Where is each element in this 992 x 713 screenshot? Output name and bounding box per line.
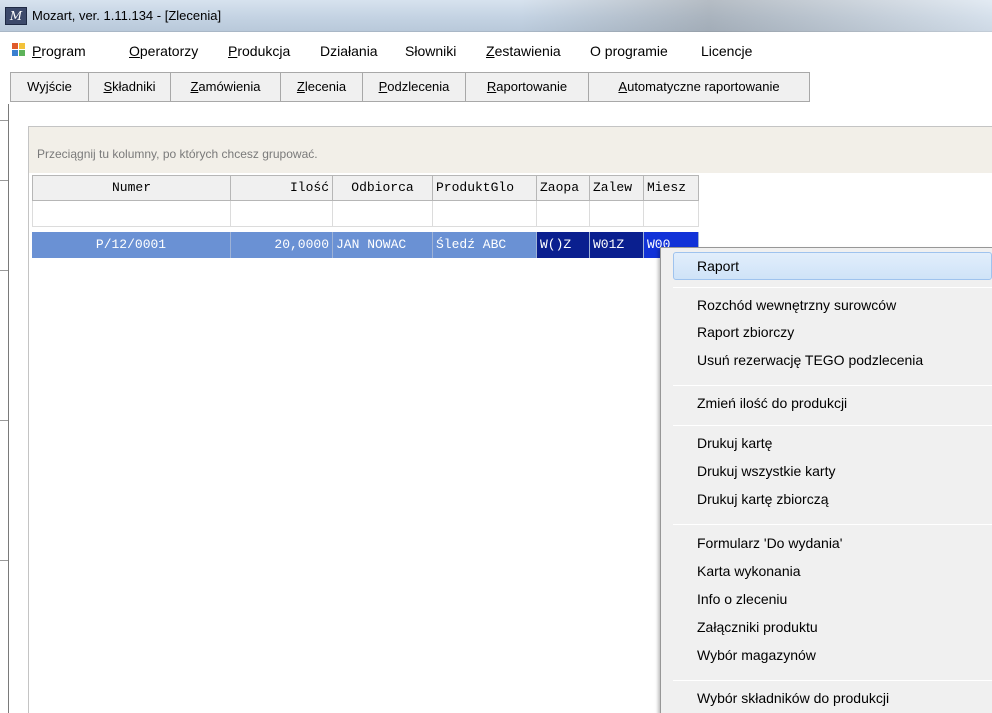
column-header-ilosc[interactable]: Ilość	[231, 175, 333, 201]
context-menu-separator	[673, 680, 992, 681]
ctx-drukuj-karte-zbiorcza[interactable]: Drukuj kartę zbiorczą	[697, 491, 829, 507]
menu-operatorzy-label: peratorzy	[139, 43, 199, 59]
edge-tick	[0, 270, 8, 271]
ctx-formularz-do-wydania[interactable]: Formularz 'Do wydania'	[697, 535, 842, 551]
table-cell-zalew[interactable]: W01Z	[590, 232, 644, 258]
toolbar: Wyjście Składniki Zamówienia Zlecenia Po…	[10, 72, 810, 102]
table-cell-produktglo[interactable]: Śledź ABC	[433, 232, 537, 258]
edge-tick	[0, 420, 8, 421]
ctx-wybor-magazynow[interactable]: Wybór magazynów	[697, 647, 816, 663]
menu-zestawienia[interactable]: Zestawienia	[486, 43, 561, 59]
filter-cell-zaopa[interactable]	[537, 201, 590, 227]
ctx-drukuj-wszystkie[interactable]: Drukuj wszystkie karty	[697, 463, 835, 479]
ctx-karta-wykonania[interactable]: Karta wykonania	[697, 563, 801, 579]
zamowienia-button[interactable]: Zamówienia	[171, 73, 281, 101]
edge-tick	[0, 120, 8, 121]
automatyczne-raportowanie-label: utomatyczne raportowanie	[627, 79, 780, 94]
menu-o-programie[interactable]: O programie	[590, 43, 668, 59]
menu-program[interactable]: Program	[32, 43, 86, 59]
zlecenia-label: lecenia	[304, 79, 347, 94]
mdi-window-icon[interactable]	[12, 43, 26, 57]
raportowanie-label: aportowanie	[496, 79, 568, 94]
app-icon[interactable]: M	[5, 7, 27, 25]
filter-cell-ilosc[interactable]	[231, 201, 333, 227]
ctx-raport-zbiorczy[interactable]: Raport zbiorczy	[697, 324, 794, 340]
menu-dzialania[interactable]: Działania	[320, 43, 378, 59]
filter-cell-miesz[interactable]	[644, 201, 699, 227]
skladniki-label: kładniki	[112, 79, 156, 94]
filter-cell-zalew[interactable]	[590, 201, 644, 227]
podzlecenia-button[interactable]: Podzlecenia	[363, 73, 466, 101]
menu-zestawienia-label: estawienia	[494, 43, 561, 59]
column-header-odbiorca[interactable]: Odbiorca	[333, 175, 433, 201]
column-header-zaopa[interactable]: Zaopa	[537, 175, 590, 201]
menu-produkcja[interactable]: Produkcja	[228, 43, 290, 59]
raportowanie-button[interactable]: Raportowanie	[466, 73, 589, 101]
filter-cell-produktglo[interactable]	[433, 201, 537, 227]
column-header-zalew[interactable]: Zalew	[590, 175, 644, 201]
zamowienia-label: amówienia	[198, 79, 261, 94]
context-menu-separator	[673, 524, 992, 525]
ctx-info-o-zleceniu[interactable]: Info o zleceniu	[697, 591, 787, 607]
ctx-rozchod-wewnetrzny[interactable]: Rozchód wewnętrzny surowców	[697, 297, 896, 313]
wyjscie-button[interactable]: Wyjście	[11, 73, 89, 101]
table-cell-odbiorca[interactable]: JAN NOWAC	[333, 232, 433, 258]
ctx-usun-rezerwacje[interactable]: Usuń rezerwację TEGO podzlecenia	[697, 352, 923, 368]
automatyczne-raportowanie-button[interactable]: Automatyczne raportowanie	[589, 73, 809, 101]
table-cell-zaopa[interactable]: W()Z	[537, 232, 590, 258]
edge-tick	[0, 180, 8, 181]
window-title: Mozart, ver. 1.11.134 - [Zlecenia]	[32, 8, 222, 23]
ctx-raport[interactable]: Raport	[697, 258, 739, 274]
menu-licencje[interactable]: Licencje	[701, 43, 752, 59]
menu-operatorzy[interactable]: Operatorzy	[129, 43, 198, 59]
context-menu	[660, 247, 992, 713]
column-header-miesz[interactable]: Miesz	[644, 175, 699, 201]
title-bar-sheen	[520, 0, 992, 32]
ctx-wybor-skladnikow[interactable]: Wybór składników do produkcji	[697, 690, 889, 706]
ctx-drukuj-karte[interactable]: Drukuj kartę	[697, 435, 772, 451]
edge-tick	[0, 560, 8, 561]
column-header-numer[interactable]: Numer	[32, 175, 231, 201]
group-by-hint: Przeciągnij tu kolumny, po których chces…	[37, 147, 318, 161]
podzlecenia-label: odzlecenia	[387, 79, 450, 94]
table-cell-numer[interactable]: P/12/0001	[32, 232, 231, 258]
menu-produkcja-label: rodukcja	[237, 43, 291, 59]
ctx-zmien-ilosc[interactable]: Zmień ilość do produkcji	[697, 395, 847, 411]
mdi-left-edge	[8, 104, 9, 713]
zlecenia-button[interactable]: Zlecenia	[281, 73, 363, 101]
menu-slowniki[interactable]: Słowniki	[405, 43, 456, 59]
context-menu-separator	[673, 287, 992, 288]
context-menu-separator	[673, 385, 992, 386]
column-header-produktglo[interactable]: ProduktGlo	[433, 175, 537, 201]
context-menu-separator	[673, 425, 992, 426]
skladniki-button[interactable]: Składniki	[89, 73, 171, 101]
table-cell-ilosc[interactable]: 20,0000	[231, 232, 333, 258]
menu-program-label: rogram	[41, 43, 86, 59]
filter-cell-numer[interactable]	[32, 201, 231, 227]
filter-cell-odbiorca[interactable]	[333, 201, 433, 227]
ctx-zalaczniki-produktu[interactable]: Załączniki produktu	[697, 619, 818, 635]
